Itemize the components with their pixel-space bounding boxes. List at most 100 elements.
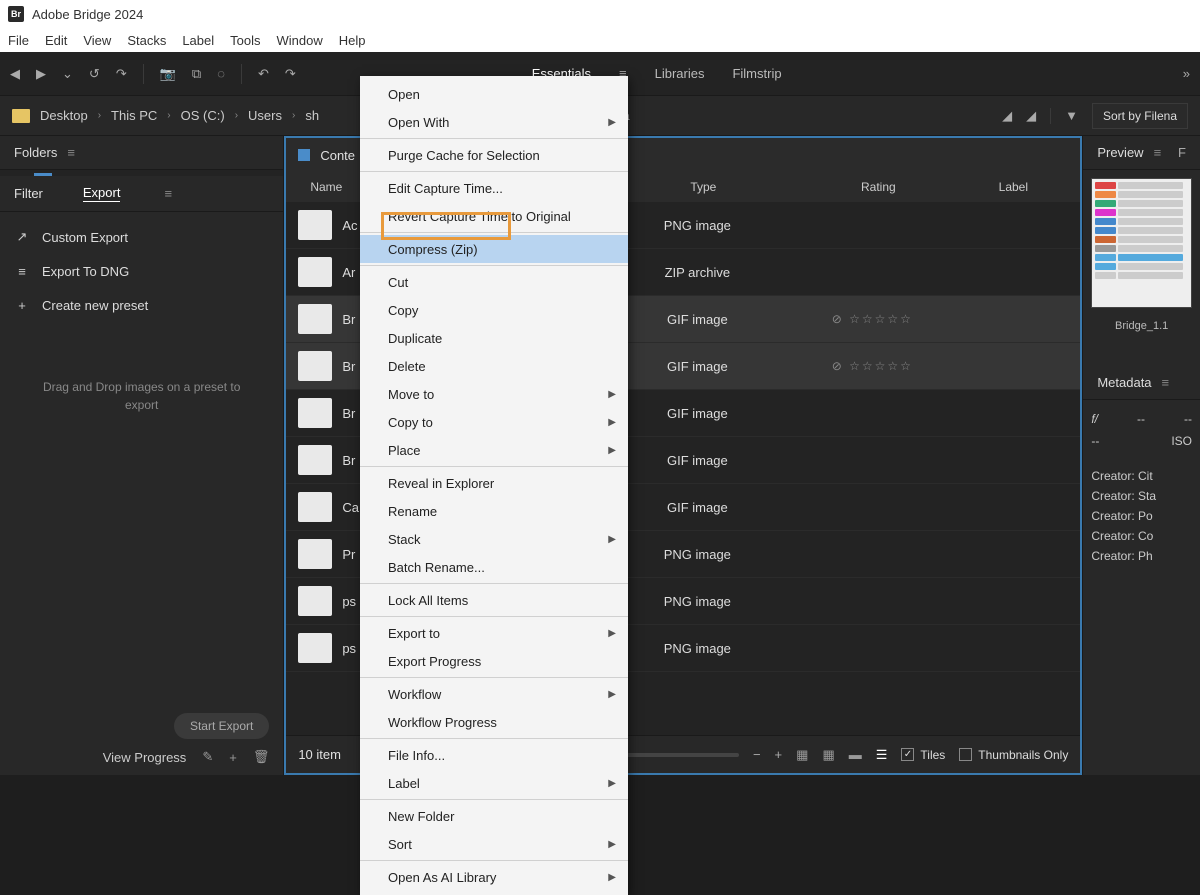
view-list-icon[interactable]: ▬ (849, 747, 862, 762)
menu-item-open[interactable]: Open (360, 80, 628, 108)
tiles-checkbox[interactable]: ✓Tiles (901, 748, 945, 762)
plus-icon[interactable]: + (229, 750, 237, 765)
metadata-head[interactable]: Metadata ≡ (1083, 366, 1200, 400)
refresh-icon[interactable]: ◌ (217, 66, 225, 81)
menu-item-file-info-[interactable]: File Info... (360, 741, 628, 769)
content-title: Conte (320, 148, 355, 163)
menu-item-lock-all-items[interactable]: Lock All Items (360, 586, 628, 614)
menu-item-edit-capture-time-[interactable]: Edit Capture Time... (360, 174, 628, 202)
filter-tab[interactable]: Filter (14, 186, 43, 201)
hamburger-icon[interactable]: ≡ (164, 186, 172, 201)
menu-file[interactable]: File (8, 33, 29, 48)
menu-item-reveal-in-explorer[interactable]: Reveal in Explorer (360, 469, 628, 497)
thumbnail (298, 210, 332, 240)
pencil-icon[interactable]: ✎ (202, 749, 213, 765)
zoom-out-icon[interactable]: − (753, 747, 761, 762)
bc-users[interactable]: Users (248, 108, 282, 123)
menu-view[interactable]: View (83, 33, 111, 48)
thumbs-checkbox[interactable]: Thumbnails Only (959, 748, 1068, 762)
menu-item-sort[interactable]: Sort▶ (360, 830, 628, 858)
menu-tools[interactable]: Tools (230, 33, 260, 48)
menu-item-export-progress[interactable]: Export Progress (360, 647, 628, 675)
camera-icon[interactable]: 📷 (160, 66, 176, 82)
menu-item-place[interactable]: Place▶ (360, 436, 628, 464)
hamburger-icon[interactable]: ≡ (1162, 375, 1170, 390)
bc-thispc[interactable]: This PC (111, 108, 157, 123)
sort-desc-icon[interactable]: ◢ (1026, 108, 1036, 124)
sort-button[interactable]: Sort by Filena (1092, 103, 1188, 129)
label: Create new preset (42, 298, 148, 313)
create-preset-item[interactable]: +Create new preset (0, 288, 283, 322)
col-rating[interactable]: Rating (798, 180, 958, 194)
menu-item-purge-cache-for-selection[interactable]: Purge Cache for Selection (360, 141, 628, 169)
history-icon[interactable]: ↺ (89, 66, 100, 82)
menu-item-copy-to[interactable]: Copy to▶ (360, 408, 628, 436)
view-progress-label[interactable]: View Progress (103, 750, 187, 765)
menu-item-open-with[interactable]: Open With▶ (360, 108, 628, 136)
menu-item-workflow-progress[interactable]: Workflow Progress (360, 708, 628, 736)
menu-item-rename[interactable]: Rename (360, 497, 628, 525)
separator (1050, 108, 1051, 124)
thumb-size-slider[interactable] (619, 753, 739, 757)
app-title: Adobe Bridge 2024 (32, 7, 143, 22)
chevron-right-icon: ▶ (608, 689, 616, 700)
menu-stacks[interactable]: Stacks (127, 33, 166, 48)
menu-item-copy[interactable]: Copy (360, 296, 628, 324)
hamburger-icon[interactable]: ≡ (1154, 145, 1162, 160)
more-icon[interactable]: » (1183, 66, 1190, 81)
menu-edit[interactable]: Edit (45, 33, 67, 48)
menu-item-batch-rename-[interactable]: Batch Rename... (360, 553, 628, 581)
menu-item-export-to[interactable]: Export to▶ (360, 619, 628, 647)
file-rating[interactable]: ⊘ ☆☆☆☆☆ (792, 312, 952, 326)
folders-panel-head[interactable]: Folders ≡ (0, 136, 283, 170)
menu-item-duplicate[interactable]: Duplicate (360, 324, 628, 352)
file-type: GIF image (602, 406, 792, 421)
menu-item-open-as-ai-library[interactable]: Open As AI Library▶ (360, 863, 628, 891)
forward-icon[interactable]: ▶ (36, 66, 46, 82)
menu-item-workflow[interactable]: Workflow▶ (360, 680, 628, 708)
col-type[interactable]: Type (608, 180, 798, 194)
tab-libraries[interactable]: Libraries (655, 66, 705, 81)
chevron-right-icon: › (98, 110, 101, 121)
custom-export-item[interactable]: ↗Custom Export (0, 220, 283, 254)
file-type: GIF image (602, 500, 792, 515)
funnel-icon[interactable]: ▼ (1065, 108, 1078, 123)
start-export-button[interactable]: Start Export (174, 713, 269, 739)
menu-item-move-to[interactable]: Move to▶ (360, 380, 628, 408)
hamburger-icon[interactable]: ≡ (67, 145, 75, 160)
metadata-title: Metadata (1097, 375, 1151, 390)
tab-filmstrip[interactable]: Filmstrip (732, 66, 781, 81)
menu-window[interactable]: Window (277, 33, 323, 48)
back-icon[interactable]: ◀ (10, 66, 20, 82)
view-details-icon[interactable]: ☰ (876, 747, 888, 763)
bc-drive[interactable]: OS (C:) (181, 108, 225, 123)
zoom-in-icon[interactable]: + (775, 747, 783, 762)
menu-item-stack[interactable]: Stack▶ (360, 525, 628, 553)
menu-item-revert-capture-time-to-original[interactable]: Revert Capture Time to Original (360, 202, 628, 230)
preview-head[interactable]: Preview ≡ F (1083, 136, 1200, 170)
menu-label[interactable]: Label (182, 33, 214, 48)
copy-icon[interactable]: ⧉ (192, 66, 201, 82)
bc-user[interactable]: sh (305, 108, 319, 123)
export-tab[interactable]: Export (83, 185, 121, 202)
boomerang-icon[interactable]: ↷ (116, 66, 127, 82)
iso-label: ISO (1171, 434, 1192, 448)
trash-icon[interactable]: 🗑 (253, 749, 270, 765)
view-grid-icon[interactable]: ▦ (796, 747, 808, 763)
menu-item-label[interactable]: Label▶ (360, 769, 628, 797)
view-grid2-icon[interactable]: ▦ (822, 747, 834, 763)
menu-help[interactable]: Help (339, 33, 366, 48)
undo-icon[interactable]: ↶ (258, 66, 269, 82)
file-rating[interactable]: ⊘ ☆☆☆☆☆ (792, 359, 952, 373)
menu-item-delete[interactable]: Delete (360, 352, 628, 380)
menu-item-cut[interactable]: Cut (360, 268, 628, 296)
up-icon[interactable]: ⌄ (62, 66, 73, 82)
file-type: GIF image (602, 312, 792, 327)
sort-asc-icon[interactable]: ◢ (1002, 108, 1012, 124)
menu-item-compress-zip-[interactable]: Compress (Zip) (360, 235, 628, 263)
export-dng-item[interactable]: ≡Export To DNG (0, 254, 283, 288)
redo-icon[interactable]: ↷ (285, 66, 296, 82)
bc-desktop[interactable]: Desktop (40, 108, 88, 123)
menu-item-new-folder[interactable]: New Folder (360, 802, 628, 830)
col-label[interactable]: Label (958, 180, 1068, 194)
